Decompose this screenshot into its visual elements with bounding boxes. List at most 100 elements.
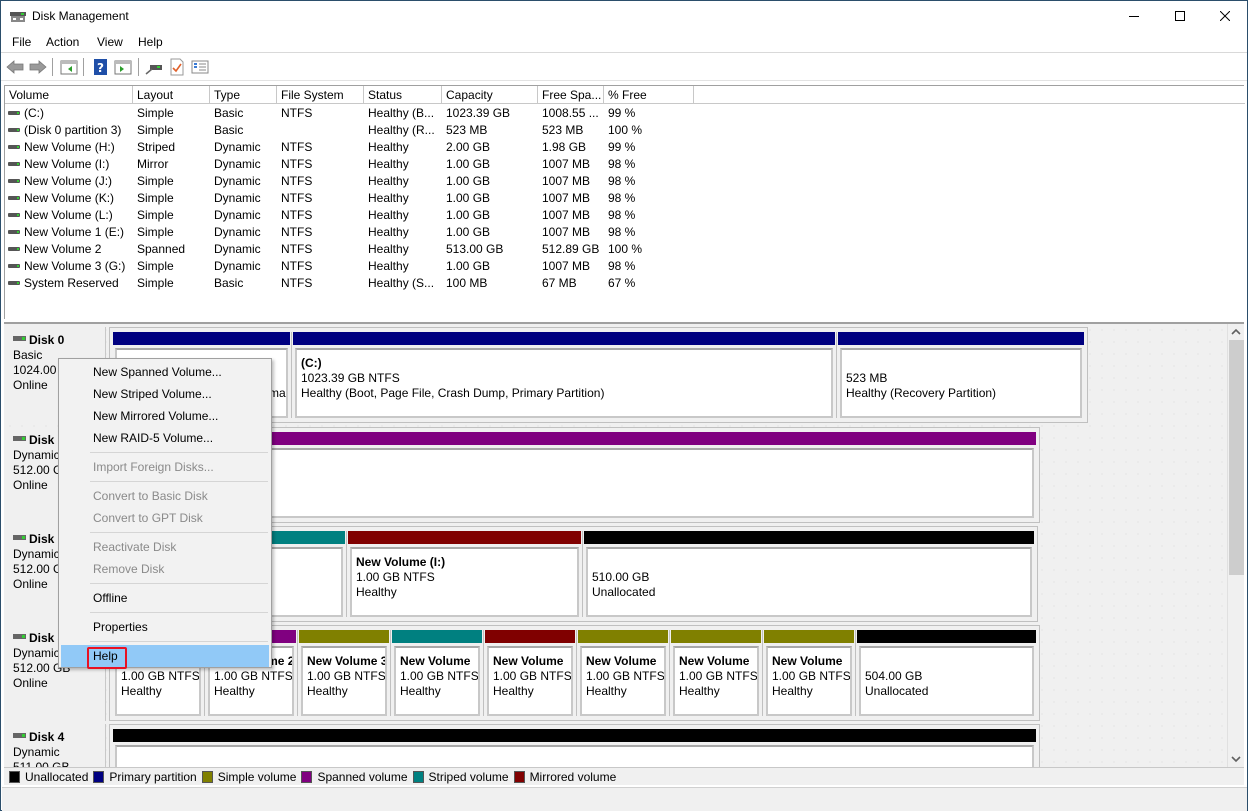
partition-size: 1023.39 GB NTFS [301, 371, 400, 385]
menu-separator [90, 583, 268, 584]
cell-volume: (Disk 0 partition 3) [5, 122, 129, 139]
menu-item-properties[interactable]: Properties [61, 616, 269, 638]
scroll-down-icon[interactable] [1231, 755, 1241, 763]
menu-item-label: Import Foreign Disks... [93, 460, 214, 474]
menu-item-reactivate-disk[interactable]: Reactivate Disk [61, 536, 269, 558]
cell-capacity: 1.00 GB [446, 208, 491, 222]
volume-row[interactable]: New Volume (L:) Simple Dynamic NTFS Healthy 1… [5, 207, 705, 224]
legend-swatch [9, 770, 20, 783]
partition-mirrored[interactable]: New Volume 1.00 GB NTFS Healthy [484, 630, 577, 716]
cell-volume: New Volume (K:) [5, 190, 129, 207]
cell-volume: New Volume (H:) [5, 139, 129, 156]
cell-percent-free: 99 % [608, 140, 636, 154]
minimize-button[interactable] [1111, 1, 1157, 31]
legend-item-unallocated: Unallocated [9, 770, 88, 784]
volume-row[interactable]: New Volume 2 Spanned Dynamic NTFS Healthy 513… [5, 241, 705, 258]
volume-icon [8, 263, 20, 268]
volume-list: Volume Layout Type File System Status Ca… [4, 85, 1245, 319]
cell-type: Dynamic [214, 140, 261, 154]
title-bar: Disk Management [1, 1, 1247, 31]
volume-row[interactable]: New Volume 1 (E:) Simple Dynamic NTFS Health… [5, 224, 705, 241]
partition-name: New Volume [586, 654, 657, 668]
column-header-percent-free[interactable]: % Free [604, 86, 694, 104]
partition-body: New Volume1.00 GB NTFSHealthy [394, 646, 480, 716]
cell-volume: New Volume 1 (E:) [5, 224, 129, 241]
column-header-layout[interactable]: Layout [133, 86, 210, 104]
partition-unallocated[interactable]: 510.00 GB Unallocated [583, 531, 1035, 617]
column-header-capacity[interactable]: Capacity [442, 86, 538, 104]
menu-item-convert-to-basic-disk[interactable]: Convert to Basic Disk [61, 485, 269, 507]
show-action-pane-icon[interactable] [114, 58, 132, 76]
volume-row[interactable]: (C:) Simple Basic NTFS Healthy (B... 1023.39 … [5, 105, 705, 122]
scrollbar-thumb[interactable] [1229, 340, 1244, 575]
legend-label: Unallocated [25, 769, 89, 784]
menu-bar: File Action View Help [1, 31, 1247, 53]
partition-size: 1.00 GB NTFS [307, 669, 386, 683]
volume-row[interactable]: New Volume 3 (G:) Simple Dynamic NTFS Health… [5, 258, 705, 275]
column-header-file-system[interactable]: File System [277, 86, 364, 104]
properties-check-icon[interactable] [168, 58, 186, 76]
partition-simple[interactable]: New Volume 1.00 GB NTFS Healthy [763, 630, 856, 716]
partition-unallocated[interactable] [112, 729, 1037, 767]
menu-view[interactable]: View [97, 35, 123, 49]
volume-row[interactable]: New Volume (I:) Mirror Dynamic NTFS Healthy 1… [5, 156, 705, 173]
partition-unallocated[interactable]: 504.00 GB Unallocated [856, 630, 1037, 716]
menu-item-remove-disk[interactable]: Remove Disk [61, 558, 269, 580]
column-header-volume[interactable]: Volume [5, 86, 133, 104]
menu-item-offline[interactable]: Offline [61, 587, 269, 609]
close-button[interactable] [1202, 1, 1248, 31]
cell-file-system: NTFS [281, 242, 313, 256]
volume-row[interactable]: New Volume (H:) Striped Dynamic NTFS Healthy… [5, 139, 705, 156]
column-header-free-space[interactable]: Free Spa... [538, 86, 604, 104]
partition-color-bar [671, 630, 761, 643]
legend-item-primary: Primary partition [93, 770, 197, 784]
legend-label: Striped volume [428, 769, 509, 784]
menu-item-new-raid-5-volume[interactable]: New RAID-5 Volume... [61, 427, 269, 449]
menu-action[interactable]: Action [46, 35, 79, 49]
connect-disk-icon[interactable] [145, 58, 163, 76]
cell-file-system: NTFS [281, 106, 313, 120]
cell-volume: New Volume 3 (G:) [5, 258, 129, 275]
menu-item-help[interactable]: Help [61, 645, 269, 669]
partition-striped[interactable]: New Volume1.00 GB NTFSHealthy [391, 630, 484, 716]
partition-simple[interactable]: New Volume 3 1.00 GB NTFS Healthy [298, 630, 391, 716]
legend-swatch [412, 770, 424, 783]
column-header-type[interactable]: Type [210, 86, 277, 104]
cell-status: Healthy [368, 242, 409, 256]
menu-help[interactable]: Help [138, 35, 163, 49]
partition-size: 1.00 GB NTFS [586, 669, 665, 683]
back-arrow-icon[interactable] [6, 58, 24, 76]
volume-row[interactable]: System Reserved Simple Basic NTFS Healthy (S… [5, 275, 705, 292]
cell-layout: Spanned [137, 242, 186, 256]
menu-item-new-spanned-volume[interactable]: New Spanned Volume... [61, 361, 269, 383]
volume-row[interactable]: New Volume (K:) Simple Dynamic NTFS Healthy 1… [5, 190, 705, 207]
partition-mirrored[interactable]: New Volume (I:) 1.00 GB NTFS Healthy [347, 531, 583, 617]
partition-color-bar [857, 630, 1036, 643]
vertical-scrollbar[interactable] [1227, 324, 1244, 767]
list-view-icon[interactable] [191, 58, 209, 76]
forward-arrow-icon[interactable] [29, 58, 47, 76]
menu-file[interactable]: File [12, 35, 31, 49]
partition-size: 504.00 GB [865, 669, 923, 683]
volume-row[interactable]: New Volume (J:) Simple Dynamic NTFS Healthy 1… [5, 173, 705, 190]
volume-row[interactable]: (Disk 0 partition 3) Simple Basic Healthy (… [5, 122, 705, 139]
cell-volume: New Volume 2 [5, 241, 129, 258]
partition-primary[interactable]: (C:) 1023.39 GB NTFS Healthy (Boot, Page F… [292, 332, 837, 418]
menu-item-new-striped-volume[interactable]: New Striped Volume... [61, 383, 269, 405]
menu-item-import-foreign-disks[interactable]: Import Foreign Disks... [61, 456, 269, 478]
partition-size: 1.00 GB NTFS [400, 669, 479, 683]
partition-simple[interactable]: New Volume 1.00 GB NTFS Healthy [577, 630, 670, 716]
show-hide-console-tree-icon[interactable] [60, 58, 78, 76]
cell-status: Healthy (S... [368, 276, 435, 290]
partition-primary[interactable]: 523 MB Healthy (Recovery Partition) [837, 332, 1085, 418]
maximize-button[interactable] [1157, 1, 1203, 31]
column-header-status[interactable]: Status [364, 86, 442, 104]
menu-item-convert-to-gpt-disk[interactable]: Convert to GPT Disk [61, 507, 269, 529]
menu-item-new-mirrored-volume[interactable]: New Mirrored Volume... [61, 405, 269, 427]
scroll-up-icon[interactable] [1231, 328, 1241, 336]
disk-label[interactable]: Disk 4 Dynamic 511.00 GB [6, 724, 106, 767]
cell-status: Healthy (R... [368, 123, 435, 137]
disk-size: 511.00 GB [13, 760, 70, 767]
help-icon[interactable]: ? [92, 58, 110, 76]
partition-simple[interactable]: New Volume 1.00 GB NTFS Healthy [670, 630, 763, 716]
